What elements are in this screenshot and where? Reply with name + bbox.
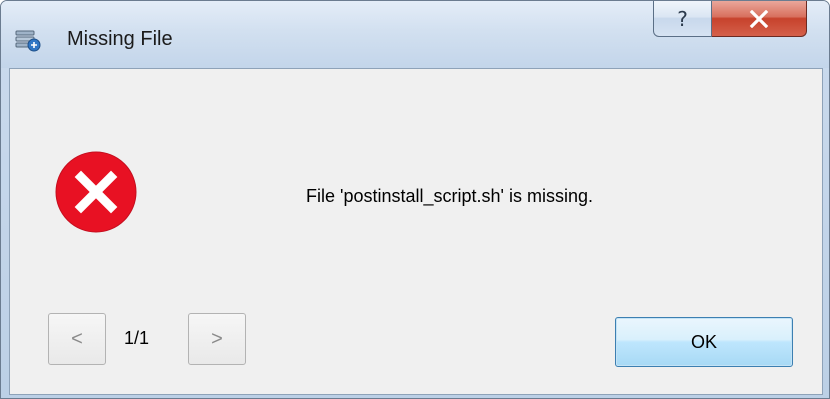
- dialog-body: File 'postinstall_script.sh' is missing.…: [9, 68, 823, 395]
- previous-label: <: [71, 327, 83, 350]
- previous-button[interactable]: <: [48, 313, 106, 365]
- page-indicator: 1/1: [124, 328, 150, 348]
- title-bar[interactable]: Missing File ?: [1, 1, 829, 68]
- window-title: Missing File: [67, 28, 173, 50]
- next-button[interactable]: >: [188, 313, 246, 365]
- ok-button[interactable]: OK: [615, 317, 793, 367]
- dialog-window: Missing File ? File 'postinstall_script.…: [0, 0, 830, 399]
- help-icon: ?: [677, 6, 688, 31]
- close-icon: [749, 9, 769, 28]
- caption-buttons: ?: [653, 1, 807, 37]
- close-button[interactable]: [712, 1, 807, 37]
- error-message: File 'postinstall_script.sh' is missing.: [306, 186, 593, 206]
- help-button[interactable]: ?: [653, 1, 712, 37]
- ok-label: OK: [690, 331, 717, 352]
- app-icon: [15, 30, 41, 52]
- next-label: >: [211, 327, 223, 350]
- error-icon: [55, 151, 137, 233]
